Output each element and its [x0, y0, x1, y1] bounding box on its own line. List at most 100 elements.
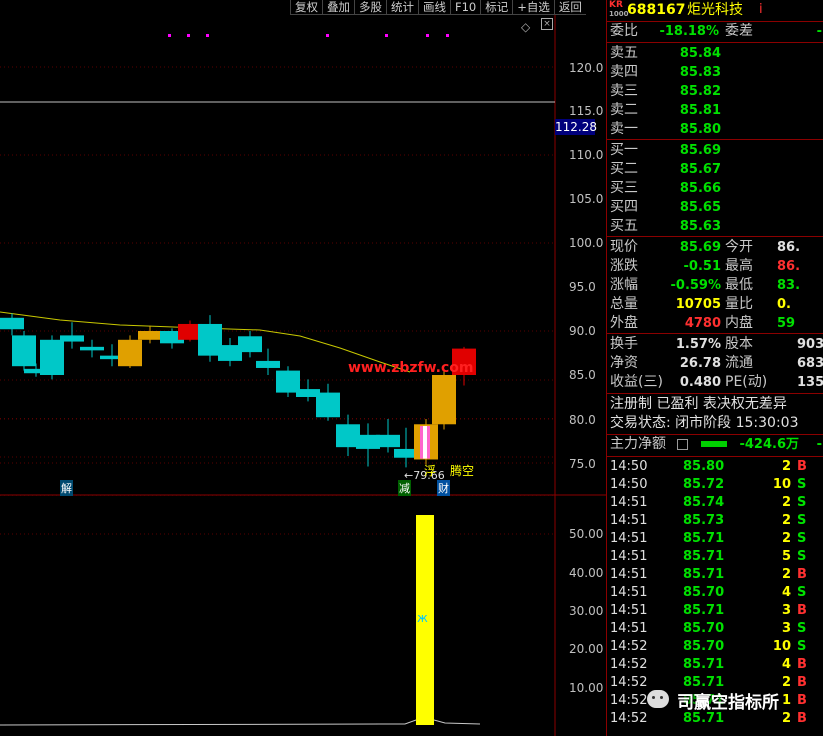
event-badge-jian[interactable]: 减: [398, 480, 411, 496]
quote-label: 涨跌: [610, 258, 638, 274]
tick-volume: 3: [781, 621, 791, 636]
quote-value: 83.: [777, 278, 801, 293]
ask-price: 85.82: [679, 84, 721, 99]
tick-row: 14:51 85.73 2 S: [607, 512, 823, 530]
quote-value: 10705: [675, 297, 721, 312]
tick-price: 85.71: [683, 531, 725, 546]
quote-value: 86.: [777, 240, 801, 255]
signal-dot: [187, 34, 190, 37]
fundamental-label: 换手: [610, 336, 638, 352]
kline-chart[interactable]: 112.28 120.0 115.0 110.0 105.0 100.0 95.0 90.0…: [0, 0, 606, 736]
fundamental-value: 1.57%: [675, 337, 721, 352]
fundamental-value: 135: [797, 375, 823, 390]
tick-volume: 3: [781, 603, 791, 618]
tick-volume: 4: [781, 657, 791, 672]
wechat-icon: [647, 690, 669, 708]
tick-row: 14:51 85.71 2 B: [607, 566, 823, 584]
list-icon[interactable]: [677, 439, 688, 450]
quote-label: 外盘: [610, 315, 638, 331]
kline-svg[interactable]: [0, 0, 606, 736]
candle-body-17: [316, 392, 340, 418]
y-tick-label: 75.0: [569, 457, 596, 471]
tick-row: 14:51 85.70 4 S: [607, 584, 823, 602]
tick-volume: 10: [772, 639, 791, 654]
tick-volume: 2: [781, 495, 791, 510]
quote-label: 涨幅: [610, 277, 638, 293]
tick-time: 14:52: [610, 639, 648, 654]
ask-row: 卖四 85.83: [607, 63, 823, 82]
tick-row: 14:52 85.71 4 B: [607, 656, 823, 674]
main-flow-bar: [701, 441, 727, 447]
tick-row: 14:51 85.74 2 S: [607, 494, 823, 512]
quote-value: 4780: [684, 316, 721, 331]
tick-side: B: [797, 603, 807, 618]
quote-row: 外盘 4780 内盘 59: [607, 314, 823, 333]
tick-volume: 2: [781, 531, 791, 546]
fundamental-label: 净资: [610, 355, 638, 371]
fundamental-label: 股本: [725, 336, 753, 352]
quote-row: 总量 10705 量比 0.: [607, 295, 823, 314]
quote-value: 85.69: [679, 240, 721, 255]
event-badge-cai[interactable]: 财: [437, 480, 450, 496]
volume-tick-label: 40.00: [569, 566, 604, 580]
signal-dot: [385, 34, 388, 37]
candle-body-4: [60, 335, 84, 342]
tick-side: S: [797, 531, 807, 546]
tick-side: S: [797, 495, 807, 510]
bid-label: 买一: [610, 142, 638, 158]
tick-time: 14:52: [610, 711, 648, 726]
fundamental-value: 0.480: [679, 375, 721, 390]
trade-status-line: 交易状态: 闭市阶段 15:30:03: [610, 415, 799, 431]
info-icon[interactable]: i: [759, 1, 763, 19]
signal-dot: [168, 34, 171, 37]
quote-label: 最高: [725, 258, 753, 274]
main-flow-row[interactable]: 主力净额 -424.6万 -: [607, 435, 823, 454]
candle-body-14: [256, 360, 280, 368]
tick-time: 14:51: [610, 531, 648, 546]
signal-dot: [206, 34, 209, 37]
candle-body-23: [432, 375, 456, 425]
candle-body-5: [80, 346, 104, 351]
fundamental-row: 收益(三) 0.480 PE(动) 135: [607, 373, 823, 392]
y-tick-label: 105.0: [569, 192, 604, 206]
quote-value: 86.: [777, 259, 801, 274]
tick-side: S: [797, 477, 807, 492]
fundamental-label: 流通: [725, 355, 753, 371]
fundamental-row: 换手 1.57% 股本 9036: [607, 335, 823, 354]
tick-side: B: [797, 711, 807, 726]
tick-price: 85.71: [683, 567, 725, 582]
quote-label: 内盘: [725, 315, 753, 331]
bid-label: 买四: [610, 199, 638, 215]
quote-label: 总量: [610, 296, 638, 312]
bid-row: 买一 85.69: [607, 141, 823, 160]
tick-price: 85.80: [683, 459, 725, 474]
quote-row: 涨幅 -0.59% 最低 83.: [607, 276, 823, 295]
tick-price: 85.70: [683, 585, 725, 600]
y-tick-label: 110.0: [569, 148, 604, 162]
bid-row: 买二 85.67: [607, 160, 823, 179]
y-tick-label: 115.0: [569, 104, 604, 118]
diamond-icon[interactable]: ◇: [521, 20, 530, 34]
tick-price: 85.71: [683, 603, 725, 618]
ask-label: 卖四: [610, 64, 638, 80]
bid-price: 85.66: [679, 181, 721, 196]
tick-time: 14:51: [610, 567, 648, 582]
watermark-text: www.zbzfw.com: [348, 360, 474, 376]
event-badge-jie[interactable]: 解: [60, 480, 73, 496]
fundamental-value: 9036: [797, 337, 823, 352]
tick-side: B: [797, 657, 807, 672]
signal-tag-float: 浮: [424, 464, 437, 478]
ask-row: 卖三 85.82: [607, 82, 823, 101]
bid-price: 85.63: [679, 219, 721, 234]
signal-dot: [326, 34, 329, 37]
tick-row: 14:51 85.70 3 S: [607, 620, 823, 638]
quote-label: 现价: [610, 239, 638, 255]
candle-body-8: [138, 331, 162, 340]
fundamental-value: 26.78: [679, 356, 721, 371]
close-icon[interactable]: ×: [541, 18, 553, 30]
tick-time: 14:52: [610, 675, 648, 690]
ask-row: 卖五 85.84: [607, 44, 823, 63]
bid-row: 买四 85.65: [607, 198, 823, 217]
tick-time: 14:50: [610, 459, 648, 474]
tick-price: 85.70: [683, 621, 725, 636]
